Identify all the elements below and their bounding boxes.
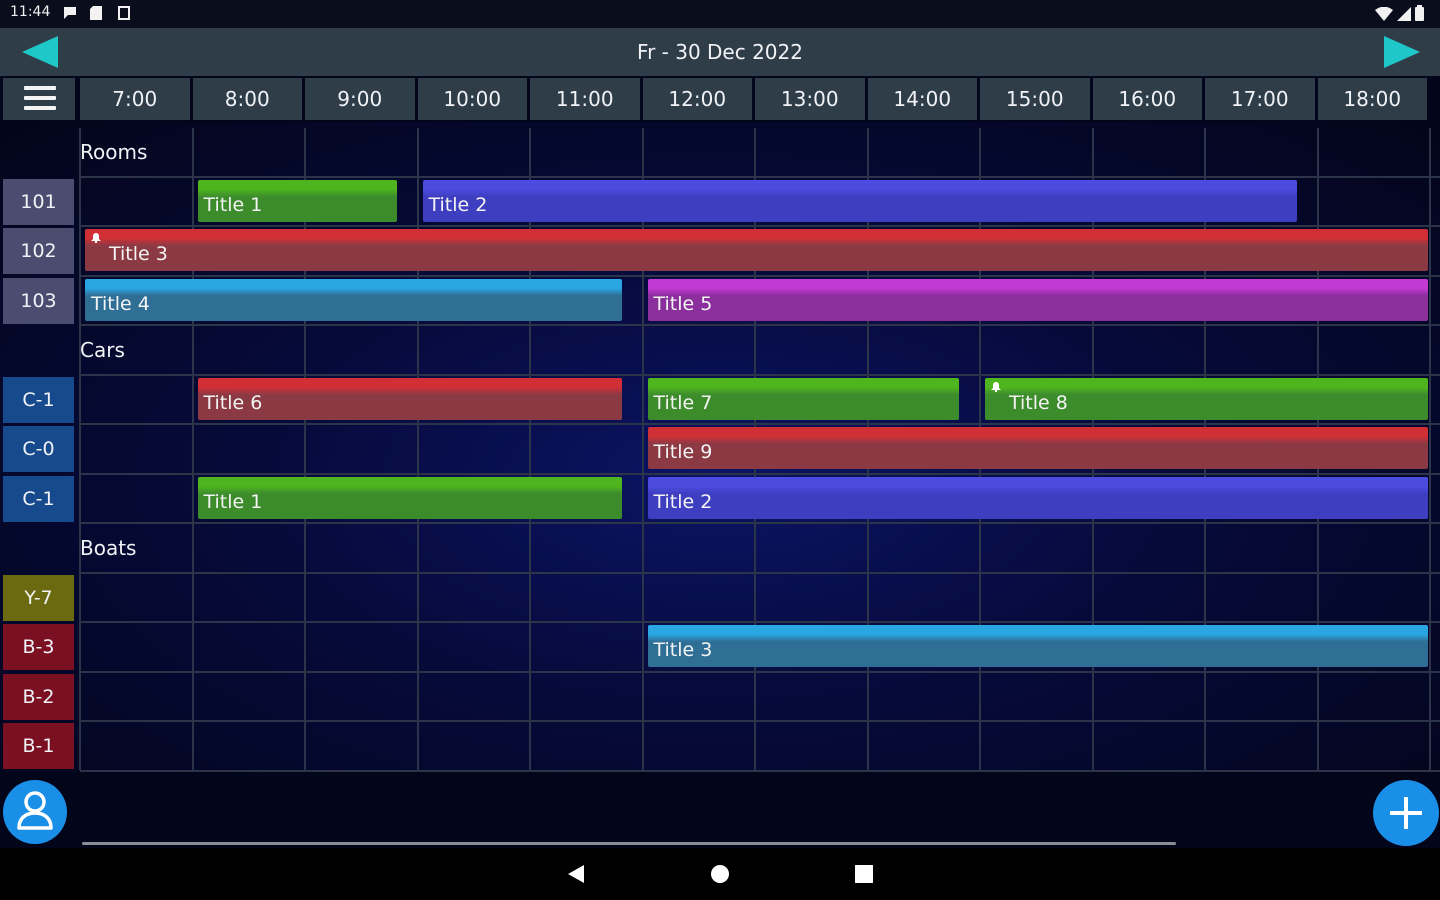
group-title-boats: Boats	[80, 536, 137, 560]
event-title: Title 3	[653, 639, 713, 661]
alarm-icon	[991, 381, 1001, 392]
time-header-cell: 8:00	[192, 78, 302, 120]
horizontal-scrollbar[interactable]	[82, 842, 1176, 845]
status-time: 11:44	[10, 4, 51, 20]
time-header-cell: 12:00	[642, 78, 752, 120]
event-title: Title 3	[109, 243, 168, 265]
resource-label-c-1[interactable]: C-1	[3, 475, 74, 522]
time-header-cell: 15:00	[980, 78, 1090, 120]
sd-card-icon	[90, 6, 102, 20]
resource-label-b-2[interactable]: B-2	[3, 673, 74, 720]
event-title: Title 6	[203, 391, 263, 414]
right-arrow-icon	[1384, 36, 1420, 68]
plus-icon	[1390, 797, 1422, 829]
resource-label-c-0[interactable]: C-0	[3, 426, 74, 472]
person-icon	[17, 791, 53, 830]
time-header-cell: 13:00	[755, 78, 865, 120]
event-block[interactable]: Title 1	[197, 179, 397, 222]
grid-horizontal-line	[80, 274, 1440, 277]
resource-label-b-3[interactable]: B-3	[3, 624, 74, 670]
resource-label-c-1[interactable]: C-1	[3, 376, 74, 423]
add-event-button[interactable]	[1373, 780, 1439, 846]
event-title: Title 7	[653, 391, 713, 414]
resource-label-102[interactable]: 102	[3, 228, 74, 274]
signal-icon	[1397, 6, 1411, 25]
back-button[interactable]	[566, 864, 586, 888]
event-title: Title 8	[1009, 391, 1068, 414]
time-header-cell: 11:00	[530, 78, 640, 120]
event-title: Title 2	[428, 193, 488, 216]
grid-horizontal-line	[80, 373, 1440, 376]
status-bar: 11:44	[0, 0, 1440, 28]
user-button[interactable]	[3, 780, 67, 844]
time-header-cell: 9:00	[305, 78, 415, 120]
menu-button[interactable]	[3, 78, 75, 120]
next-day-button[interactable]	[1382, 34, 1422, 70]
grid-horizontal-line	[80, 769, 1440, 772]
event-block[interactable]: Title 7	[647, 377, 960, 420]
grid-horizontal-line	[80, 175, 1440, 178]
event-block[interactable]: Title 8	[985, 377, 1428, 420]
event-block[interactable]: Title 3	[647, 625, 1428, 667]
grid-horizontal-line	[80, 522, 1440, 524]
app-root: 11:44 Fr - 30 Dec 2022 7:00 8:00 9:00 10…	[0, 0, 1440, 900]
time-header-cell: 10:00	[417, 78, 527, 120]
chat-icon	[62, 6, 78, 20]
group-title-rooms: Rooms	[80, 140, 148, 164]
event-title: Title 2	[653, 490, 713, 513]
resource-label-b-1[interactable]: B-1	[3, 723, 74, 769]
event-title: Title 1	[203, 193, 263, 216]
home-button[interactable]	[711, 865, 729, 887]
time-header-cell: 18:00	[1317, 78, 1427, 120]
time-header-cell: 7:00	[80, 78, 190, 120]
wifi-icon	[1375, 6, 1393, 25]
event-title: Title 9	[653, 441, 713, 463]
back-icon	[568, 865, 584, 883]
alarm-icon	[91, 233, 101, 243]
battery-icon	[1415, 5, 1424, 25]
event-block[interactable]: Title 5	[647, 278, 1428, 321]
home-icon	[711, 865, 729, 883]
status-right	[1375, 5, 1424, 25]
group-title-cars: Cars	[80, 338, 125, 362]
resource-label-y-7[interactable]: Y-7	[3, 574, 74, 621]
grid-horizontal-line	[80, 720, 1440, 722]
event-title: Title 1	[203, 490, 263, 513]
event-block[interactable]: Title 9	[647, 427, 1428, 469]
grid-horizontal-line	[80, 225, 1440, 227]
time-header-cell: 17:00	[1205, 78, 1315, 120]
grid-horizontal-line	[80, 571, 1440, 574]
grid-horizontal-line	[80, 324, 1440, 326]
grid-horizontal-line	[80, 423, 1440, 425]
event-block[interactable]: Title 3	[85, 229, 1428, 271]
clipboard-icon	[118, 6, 130, 20]
time-header-cell: 16:00	[1092, 78, 1202, 120]
recents-icon	[855, 865, 873, 883]
event-block[interactable]: Title 4	[85, 278, 622, 321]
event-block[interactable]: Title 1	[197, 476, 622, 519]
resource-label-103[interactable]: 103	[3, 277, 74, 324]
date-header: Fr - 30 Dec 2022	[0, 28, 1440, 76]
resource-label-101[interactable]: 101	[3, 178, 74, 225]
time-header-cell: 14:00	[867, 78, 977, 120]
grid-horizontal-line	[80, 621, 1440, 623]
grid-horizontal-line	[80, 472, 1440, 475]
grid-horizontal-line	[80, 670, 1440, 673]
date-title[interactable]: Fr - 30 Dec 2022	[0, 40, 1440, 64]
event-title: Title 5	[653, 292, 713, 315]
event-block[interactable]: Title 2	[422, 179, 1297, 222]
event-title: Title 4	[91, 292, 150, 315]
recents-button[interactable]	[855, 865, 873, 887]
event-block[interactable]: Title 2	[647, 476, 1428, 519]
system-navigation-bar	[0, 848, 1440, 900]
event-block[interactable]: Title 6	[197, 377, 622, 420]
